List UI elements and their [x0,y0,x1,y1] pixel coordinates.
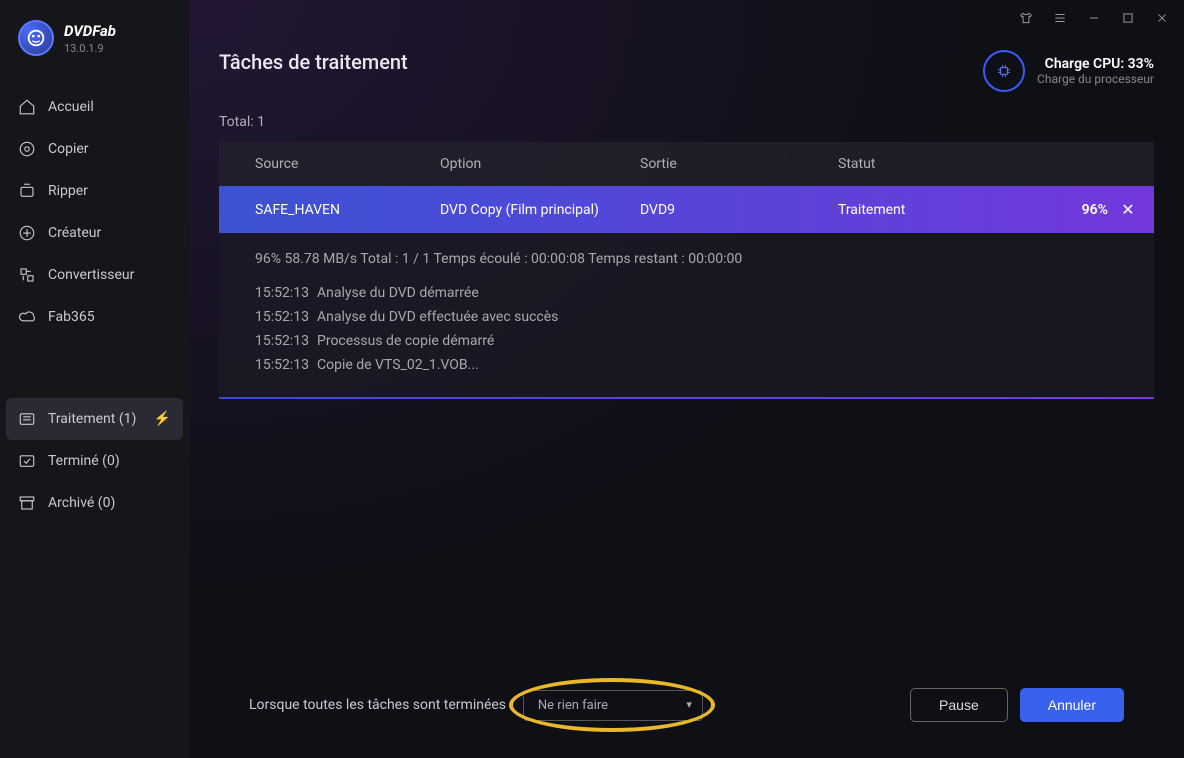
minimize-icon[interactable] [1086,10,1102,26]
nav-item-processing[interactable]: Traitement (1) ⚡ [6,398,183,440]
check-icon [18,452,36,470]
archive-icon [18,494,36,512]
titlebar [189,0,1184,30]
cell-source: SAFE_HAVEN [255,202,440,218]
pause-button[interactable]: Pause [910,688,1008,722]
th-source: Source [255,156,440,172]
cell-output: DVD9 [640,202,838,218]
maximize-icon[interactable] [1120,10,1136,26]
bolt-icon: ⚡ [154,411,171,427]
nav-label: Copier [48,141,89,157]
creator-icon [18,224,36,242]
page-title: Tâches de traitement [219,50,408,74]
cell-option: DVD Copy (Film principal) [440,202,640,218]
row-close-icon[interactable]: ✕ [1108,200,1148,219]
th-status: Statut [838,156,1038,172]
brand-name: DVDFab [64,22,116,40]
th-output: Sortie [640,156,838,172]
sidebar: DVDFab 13.0.1.9 Accueil Copier Ripper Cr… [0,0,189,758]
log-line: 15:52:13Copie de VTS_02_1.VOB... [255,353,1118,377]
cloud-icon [18,308,36,326]
footer: Lorsque toutes les tâches sont terminées… [219,666,1154,758]
nav-label: Traitement (1) [48,411,136,427]
th-option: Option [440,156,640,172]
nav-label: Accueil [48,99,94,115]
close-icon[interactable] [1154,10,1170,26]
log-line: 15:52:13Analyse du DVD effectuée avec su… [255,305,1118,329]
nav-item-archived[interactable]: Archivé (0) [0,482,189,524]
nav-label: Ripper [48,183,88,199]
table-row[interactable]: SAFE_HAVEN DVD Copy (Film principal) DVD… [219,186,1154,233]
cell-status: Traitement [838,202,1038,218]
cpu-sublabel: Charge du processeur [1037,72,1154,86]
processing-icon [18,410,36,428]
task-details: 96% 58.78 MB/s Total : 1 / 1 Temps écoul… [219,233,1154,395]
main: Tâches de traitement Charge CPU: 33% Cha… [189,0,1184,758]
home-icon [18,98,36,116]
after-tasks-dropdown[interactable]: Ne rien faire [523,690,703,721]
nav-label: Fab365 [48,309,95,325]
log-line: 15:52:13Analyse du DVD démarrée [255,281,1118,305]
nav-item-ripper[interactable]: Ripper [0,170,189,212]
cpu-value: Charge CPU: 33% [1037,56,1154,72]
nav-label: Archivé (0) [48,495,115,511]
converter-icon [18,266,36,284]
stats-line: 96% 58.78 MB/s Total : 1 / 1 Temps écoul… [255,251,1118,267]
ripper-icon [18,182,36,200]
nav-item-fab365[interactable]: Fab365 [0,296,189,338]
cpu-indicator: Charge CPU: 33% Charge du processeur [983,50,1154,92]
nav-primary: Accueil Copier Ripper Créateur Convertis… [0,86,189,338]
nav-item-finished[interactable]: Terminé (0) [0,440,189,482]
task-table: Source Option Sortie Statut SAFE_HAVEN D… [219,142,1154,399]
cell-percent: 96% [1038,202,1108,218]
shirt-icon[interactable] [1018,10,1034,26]
logo: DVDFab 13.0.1.9 [0,20,189,76]
cpu-icon [983,50,1025,92]
nav-item-copy[interactable]: Copier [0,128,189,170]
log-line: 15:52:13Processus de copie démarré [255,329,1118,353]
total-count: Total: 1 [219,114,1154,130]
nav-item-home[interactable]: Accueil [0,86,189,128]
nav-label: Terminé (0) [48,453,120,469]
menu-icon[interactable] [1052,10,1068,26]
nav-label: Créateur [48,225,101,241]
progress-divider [219,397,1154,399]
table-header: Source Option Sortie Statut [219,142,1154,186]
nav-label: Convertisseur [48,267,134,283]
disc-icon [18,140,36,158]
brand-version: 13.0.1.9 [64,42,116,55]
cancel-button[interactable]: Annuler [1020,688,1124,722]
app-logo-icon [18,20,54,56]
nav-item-converter[interactable]: Convertisseur [0,254,189,296]
footer-label: Lorsque toutes les tâches sont terminées… [249,697,513,713]
nav-item-creator[interactable]: Créateur [0,212,189,254]
nav-secondary: Traitement (1) ⚡ Terminé (0) Archivé (0) [0,398,189,524]
